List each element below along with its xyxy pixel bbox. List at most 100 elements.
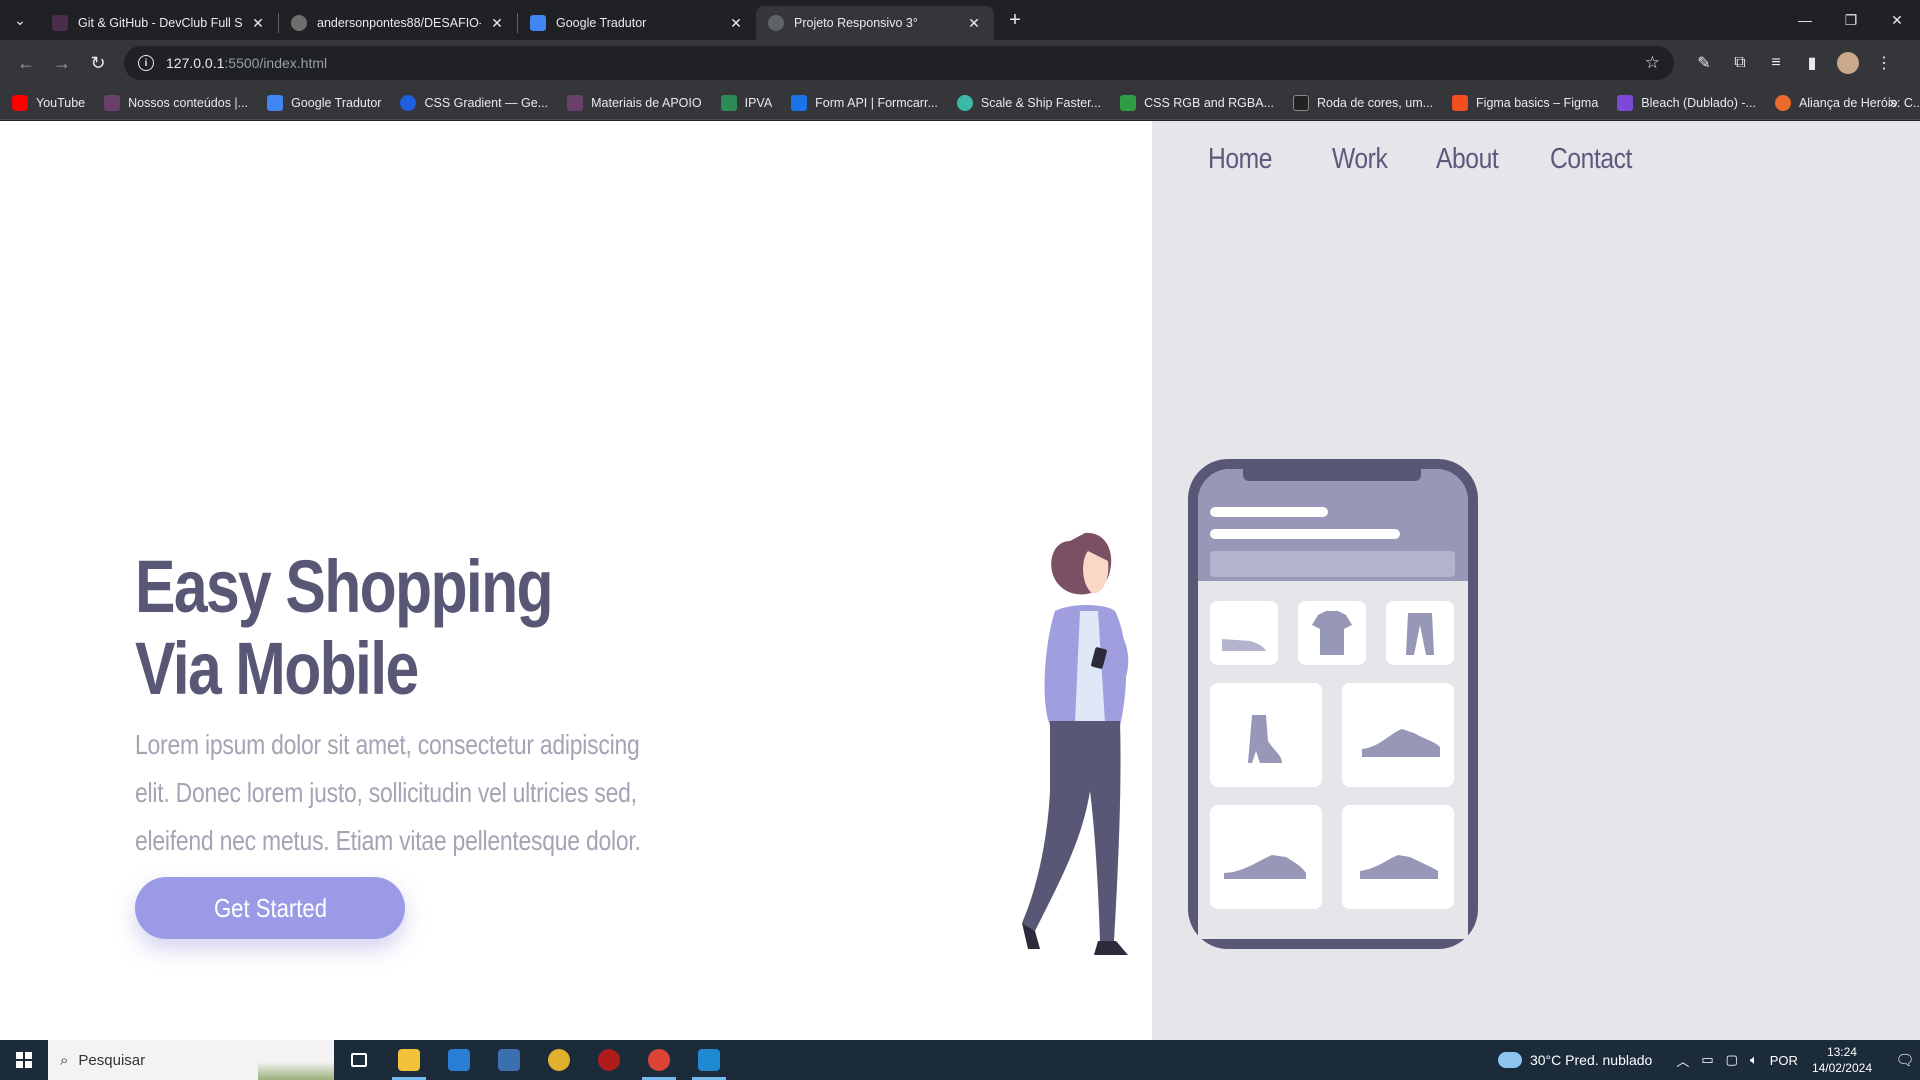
browser-tab-bar: ⌄ Git & GitHub - DevClub Full Sta ✕ ande… <box>0 0 1920 40</box>
bookmark-google-tradutor[interactable]: Google Tradutor <box>267 94 381 111</box>
menu-kebab-icon[interactable]: ⋮ <box>1866 45 1902 81</box>
bookmark-label: Scale & Ship Faster... <box>980 95 1102 110</box>
bookmark-label: Aliança de Heróis: C... <box>1798 95 1920 110</box>
youtube-icon <box>12 94 28 111</box>
tab-close-icon[interactable]: ✕ <box>728 15 744 32</box>
profile-avatar[interactable] <box>1837 52 1859 74</box>
notifications-icon[interactable]: 🗨︎ <box>1890 1051 1920 1069</box>
hero-title-line-1: Easy Shopping <box>135 545 554 628</box>
bookmark-label: IPVA <box>744 95 773 110</box>
w3-icon <box>1120 94 1137 111</box>
devclub-icon <box>567 94 584 111</box>
bookmark-formcarry[interactable]: Form API | Formcarr... <box>791 94 938 111</box>
chrome-profile-icon[interactable] <box>634 1040 684 1080</box>
pen-extension-icon[interactable]: ✎ <box>1686 45 1722 81</box>
clock-date: 14/02/2024 <box>1811 1061 1872 1075</box>
url-path: :5500/index.html <box>224 55 328 71</box>
tab-favicon <box>52 15 68 31</box>
volume-icon[interactable]: 🔈︎ <box>1750 1052 1758 1068</box>
tab-favicon <box>530 15 546 31</box>
bookmark-label: YouTube <box>36 95 86 110</box>
minimize-icon[interactable]: — <box>1782 0 1828 40</box>
nav-work-link[interactable]: Work <box>1332 143 1388 176</box>
bookmark-css-rgb[interactable]: CSS RGB and RGBA... <box>1120 94 1274 111</box>
nav-about-link[interactable]: About <box>1436 143 1499 176</box>
back-icon[interactable]: ← <box>8 45 44 81</box>
bookmark-figma[interactable]: Figma basics – Figma <box>1452 94 1598 111</box>
bookmark-star-icon[interactable]: ☆ <box>1645 53 1660 73</box>
extensions-icon[interactable]: ⧉ <box>1722 45 1758 81</box>
tab-title: Git & GitHub - DevClub Full Sta <box>78 16 242 30</box>
tab-close-icon[interactable]: ✕ <box>250 15 266 32</box>
more-bookmarks-icon[interactable]: » <box>1889 94 1898 112</box>
bookmark-materiais[interactable]: Materiais de APOIO <box>567 94 702 111</box>
close-window-icon[interactable]: ✕ <box>1874 0 1920 40</box>
clock[interactable]: 13:24 14/02/2024 <box>1812 1044 1872 1076</box>
nav-contact-link[interactable]: Contact <box>1550 143 1632 176</box>
bookmark-label: Bleach (Dublado) -... <box>1641 95 1756 110</box>
tab-2[interactable]: andersonpontes88/DESAFIO-e ✕ <box>279 6 517 40</box>
clock-time: 13:24 <box>1826 1045 1857 1059</box>
bookmark-scale-ship[interactable]: Scale & Ship Faster... <box>956 94 1102 111</box>
get-started-button[interactable]: Get Started <box>135 877 405 939</box>
media-control-icon[interactable]: ≡ <box>1758 45 1794 81</box>
bookmark-label: Nossos conteúdos |... <box>128 95 249 110</box>
browser-toolbar: ← → ↻ i 127.0.0.1 :5500/index.html ☆ ✎ ⧉… <box>0 40 1920 86</box>
task-view-icon[interactable] <box>334 1040 384 1080</box>
web-page: Home Work About Contact Easy Shopping Vi… <box>0 121 1920 1040</box>
address-bar[interactable]: i 127.0.0.1 :5500/index.html ☆ <box>124 46 1674 80</box>
start-button[interactable] <box>0 1040 48 1080</box>
bookmark-youtube[interactable]: YouTube <box>12 94 86 111</box>
microsoft-store-icon[interactable] <box>434 1040 484 1080</box>
url-host: 127.0.0.1 <box>166 55 225 71</box>
forward-icon[interactable]: → <box>44 45 80 81</box>
show-hidden-icons-icon[interactable]: ︿ <box>1676 1051 1689 1070</box>
bookmark-css-gradient[interactable]: CSS Gradient — Ge... <box>400 94 548 111</box>
network-icon[interactable]: ▢ <box>1726 1052 1738 1068</box>
restore-icon[interactable]: ❐ <box>1828 0 1874 40</box>
search-highlight-image <box>258 1040 334 1080</box>
file-explorer-icon[interactable] <box>384 1040 434 1080</box>
tab-close-icon[interactable]: ✕ <box>489 15 505 32</box>
tab-close-icon[interactable]: ✕ <box>966 15 982 32</box>
devclub-icon <box>104 94 121 111</box>
ipva-icon <box>720 94 737 111</box>
bookmark-label: Materiais de APOIO <box>591 95 702 110</box>
tab-favicon <box>291 15 307 31</box>
side-panel-icon[interactable]: ▮ <box>1794 45 1830 81</box>
search-icon: ⌕ <box>60 1051 69 1069</box>
tab-1[interactable]: Git & GitHub - DevClub Full Sta ✕ <box>40 6 278 40</box>
bookmark-ipva[interactable]: IPVA <box>720 94 773 111</box>
hero-title: Easy Shopping Via Mobile <box>135 546 627 710</box>
nav-home-link[interactable]: Home <box>1208 143 1276 176</box>
weather-widget[interactable]: 30°C Pred. nublado <box>1497 1052 1652 1068</box>
tab-3[interactable]: Google Tradutor ✕ <box>518 6 756 40</box>
game-app-icon[interactable] <box>584 1040 634 1080</box>
new-tab-button[interactable]: + <box>998 3 1032 37</box>
alianca-icon <box>1774 94 1791 111</box>
windows-logo-icon <box>16 1052 32 1068</box>
calculator-icon[interactable] <box>484 1040 534 1080</box>
hero-title-line-2: Via Mobile <box>135 627 419 710</box>
bleach-icon <box>1617 94 1634 111</box>
bookmark-label: Form API | Formcarr... <box>815 95 938 110</box>
meet-now-icon[interactable]: ▭ <box>1701 1052 1713 1068</box>
language-indicator[interactable]: POR <box>1770 1053 1798 1068</box>
bookmark-bleach[interactable]: Bleach (Dublado) -... <box>1617 94 1756 111</box>
bookmark-nossos-conteudos[interactable]: Nossos conteúdos |... <box>104 94 249 111</box>
taskbar-search-box[interactable]: ⌕ Pesquisar <box>48 1040 334 1080</box>
tab-4-active[interactable]: Projeto Responsivo 3° ✕ <box>756 6 994 40</box>
bookmark-alianca[interactable]: Aliança de Heróis: C... <box>1774 94 1920 111</box>
vscode-icon[interactable] <box>684 1040 734 1080</box>
tab-search-icon[interactable]: ⌄ <box>0 0 40 40</box>
get-started-label: Get Started <box>213 892 327 923</box>
bookmark-roda-cores[interactable]: Roda de cores, um... <box>1293 94 1433 111</box>
site-info-icon[interactable]: i <box>138 55 154 71</box>
bookmark-label: CSS RGB and RGBA... <box>1144 95 1274 110</box>
system-tray: 30°C Pred. nublado ︿ ▭ ▢ 🔈︎ POR 13:24 14… <box>1497 1040 1920 1080</box>
site-navigation: Home Work About Contact <box>1208 143 1684 176</box>
reload-icon[interactable]: ↻ <box>80 45 116 81</box>
tab-title: andersonpontes88/DESAFIO-e <box>317 16 481 30</box>
chrome-icon[interactable] <box>534 1040 584 1080</box>
window-controls: — ❐ ✕ <box>1782 0 1920 40</box>
